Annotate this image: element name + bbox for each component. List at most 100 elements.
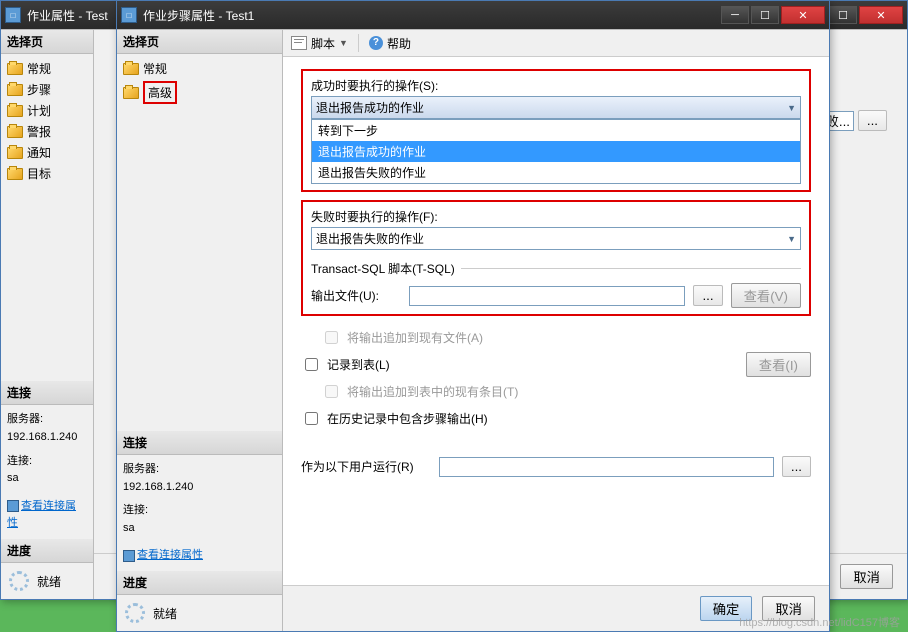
conn-value: sa: [7, 470, 87, 488]
fail-dropdown[interactable]: 退出报告失败的作业: [311, 227, 801, 250]
append-table-label: 将输出追加到表中的现有条目(T): [347, 383, 518, 400]
app-icon: □: [5, 7, 21, 23]
window-title: 作业步骤属性 - Test1: [143, 7, 721, 24]
connection-info: 服务器: 192.168.1.240 连接: sa 查看连接属性: [1, 405, 93, 539]
folder-icon: [7, 126, 23, 138]
tsql-section: Transact-SQL 脚本(T-SQL): [311, 260, 801, 277]
bg-browse[interactable]: ...: [858, 110, 887, 131]
maximize-button[interactable]: ☐: [751, 6, 779, 24]
nav-list: 常规 步骤 计划 警报 通知 目标: [1, 54, 93, 188]
option-next-step[interactable]: 转到下一步: [312, 120, 800, 141]
nav-advanced-highlight: 高级: [143, 81, 177, 104]
success-label: 成功时要执行的操作(S):: [311, 77, 801, 94]
conn-value: sa: [123, 520, 276, 538]
append-table-row: 将输出追加到表中的现有条目(T): [321, 378, 811, 405]
ok-button[interactable]: 确定: [700, 596, 753, 621]
nav-targets[interactable]: 目标: [3, 163, 91, 184]
success-dropdown-list: 转到下一步 退出报告成功的作业 退出报告失败的作业: [311, 119, 801, 184]
folder-icon: [123, 63, 139, 75]
log-table-label: 记录到表(L): [327, 356, 390, 373]
output-file-label: 输出文件(U):: [311, 287, 401, 304]
include-history-label: 在历史记录中包含步骤输出(H): [327, 410, 488, 427]
run-as-label: 作为以下用户运行(R): [301, 458, 431, 475]
server-label: 服务器:: [7, 411, 87, 429]
minimize-button[interactable]: ─: [721, 6, 749, 24]
progress-block: 就绪: [1, 563, 93, 599]
content-area: 成功时要执行的操作(S): 退出报告成功的作业 转到下一步 退出报告成功的作业 …: [283, 57, 829, 585]
folder-icon: [123, 87, 139, 99]
titlebar[interactable]: □ 作业步骤属性 - Test1 ─ ☐ ✕: [117, 1, 829, 29]
log-table-checkbox[interactable]: [305, 358, 318, 371]
nav-general[interactable]: 常规: [3, 58, 91, 79]
view-connection-link[interactable]: 查看连接属性: [137, 549, 203, 561]
script-label[interactable]: 脚本: [311, 35, 335, 52]
failure-action-group: 失败时要执行的操作(F): 退出报告失败的作业 Transact-SQL 脚本(…: [301, 200, 811, 316]
include-history-checkbox[interactable]: [305, 412, 318, 425]
spinner-icon: [9, 571, 29, 591]
folder-icon: [7, 84, 23, 96]
view-output-button[interactable]: 查看(V): [731, 283, 801, 308]
view-table-button[interactable]: 查看(I): [746, 352, 811, 377]
folder-icon: [7, 105, 23, 117]
folder-icon: [7, 63, 23, 75]
conn-label: 连接:: [7, 453, 87, 471]
nav-steps[interactable]: 步骤: [3, 79, 91, 100]
append-table-checkbox: [325, 385, 338, 398]
dropdown-arrow-icon[interactable]: ▼: [339, 38, 348, 48]
maximize-button[interactable]: ☐: [829, 6, 857, 24]
script-icon: [291, 36, 307, 50]
job-step-properties-window: □ 作业步骤属性 - Test1 ─ ☐ ✕ 选择页 常规 高级 连接 服务器:…: [116, 0, 830, 632]
option-quit-success[interactable]: 退出报告成功的作业: [312, 141, 800, 162]
progress-block: 就绪: [117, 595, 282, 631]
connection-header: 连接: [1, 381, 93, 405]
ready-label: 就绪: [153, 605, 177, 622]
footer: 确定 取消: [283, 585, 829, 631]
spinner-icon: [125, 603, 145, 623]
progress-header: 进度: [1, 539, 93, 563]
append-file-label: 将输出追加到现有文件(A): [347, 329, 483, 346]
progress-header: 进度: [117, 571, 282, 595]
close-button[interactable]: ✕: [781, 6, 825, 24]
nav-advanced[interactable]: 高级: [119, 79, 280, 106]
browse-button[interactable]: ...: [693, 285, 722, 306]
select-page-header: 选择页: [117, 30, 282, 54]
close-button[interactable]: ✕: [859, 6, 903, 24]
nav-schedules[interactable]: 计划: [3, 100, 91, 121]
separator: [358, 34, 359, 52]
conn-label: 连接:: [123, 502, 276, 520]
fail-label: 失败时要执行的操作(F):: [311, 208, 801, 225]
ready-label: 就绪: [37, 573, 61, 590]
left-panel: 选择页 常规 高级 连接 服务器: 192.168.1.240 连接: sa 查…: [117, 30, 283, 631]
help-icon: ?: [369, 36, 383, 50]
append-file-row: 将输出追加到现有文件(A): [321, 324, 811, 351]
connection-info: 服务器: 192.168.1.240 连接: sa 查看连接属性: [117, 455, 282, 571]
log-table-row: 记录到表(L): [301, 351, 746, 378]
nav-alerts[interactable]: 警报: [3, 121, 91, 142]
right-panel: 脚本 ▼ ? 帮助 成功时要执行的操作(S): 退出报告成功的作业 转到下一步 …: [283, 30, 829, 631]
link-icon: [123, 550, 135, 562]
folder-icon: [7, 147, 23, 159]
server-label: 服务器:: [123, 461, 276, 479]
link-icon: [7, 500, 19, 512]
nav-notifications[interactable]: 通知: [3, 142, 91, 163]
run-as-row: 作为以下用户运行(R) ...: [301, 456, 811, 477]
output-file-input[interactable]: [409, 286, 685, 306]
success-dropdown[interactable]: 退出报告成功的作业: [311, 96, 801, 119]
server-value: 192.168.1.240: [7, 429, 87, 447]
server-value: 192.168.1.240: [123, 479, 276, 497]
select-page-header: 选择页: [1, 30, 93, 54]
output-file-row: 输出文件(U): ... 查看(V): [311, 283, 801, 308]
left-panel: 选择页 常规 步骤 计划 警报 通知 目标 连接 服务器: 192.168.1.…: [1, 30, 94, 599]
option-quit-failure[interactable]: 退出报告失败的作业: [312, 162, 800, 183]
nav-list: 常规 高级: [117, 54, 282, 110]
help-label[interactable]: 帮助: [387, 35, 411, 52]
cancel-button[interactable]: 取消: [762, 596, 815, 621]
run-as-browse-button[interactable]: ...: [782, 456, 811, 477]
app-icon: □: [121, 7, 137, 23]
connection-header: 连接: [117, 431, 282, 455]
run-as-input[interactable]: [439, 457, 774, 477]
success-action-group: 成功时要执行的操作(S): 退出报告成功的作业 转到下一步 退出报告成功的作业 …: [301, 69, 811, 192]
cancel-button[interactable]: 取消: [840, 564, 893, 589]
nav-general[interactable]: 常规: [119, 58, 280, 79]
include-history-row: 在历史记录中包含步骤输出(H): [301, 405, 811, 432]
